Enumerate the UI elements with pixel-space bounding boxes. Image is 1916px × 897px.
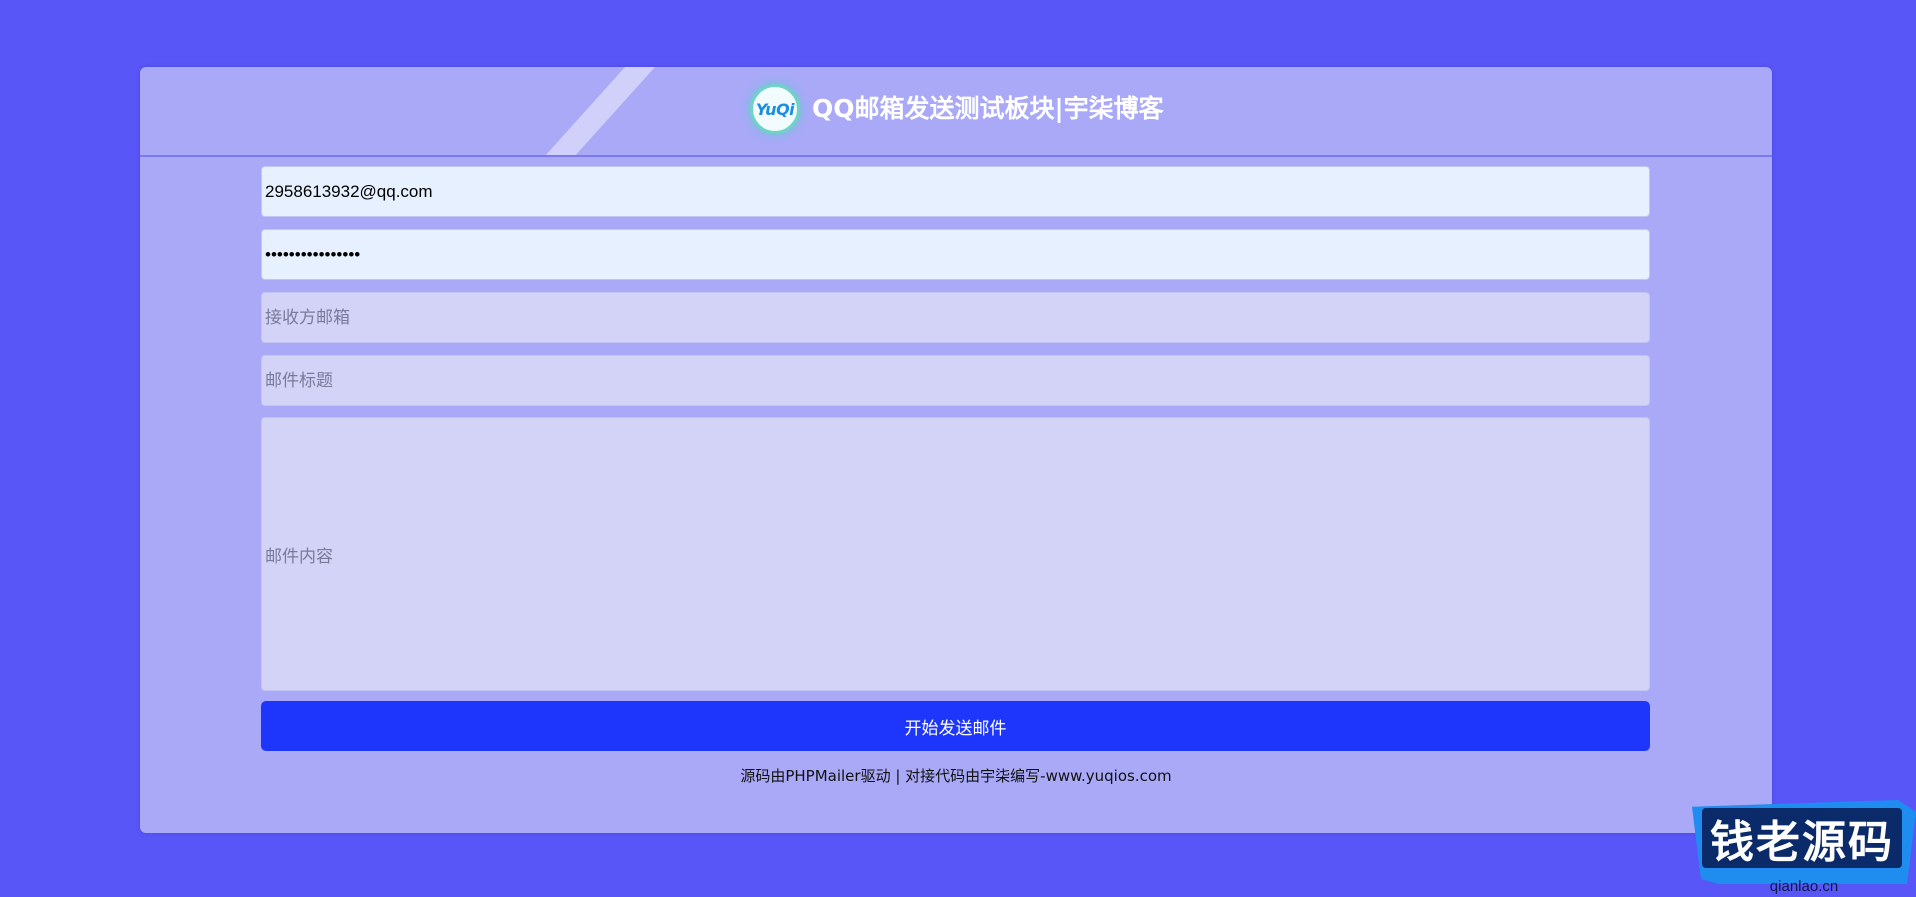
password-input[interactable]	[261, 229, 1650, 280]
page-title: QQ邮箱发送测试板块|宇柒博客	[812, 94, 1164, 123]
content-placeholder: 邮件内容	[265, 546, 333, 566]
recipient-email-input[interactable]	[261, 292, 1650, 343]
content-textarea[interactable]: 邮件内容	[261, 417, 1650, 691]
footer-credit: 源码由PHPMailer驱动 | 对接代码由宇柒编写-www.yuqios.co…	[740, 767, 1172, 785]
mail-form-card: YuQi QQ邮箱发送测试板块|宇柒博客 邮件内容 开始发送邮件 源码由PHPM…	[140, 67, 1772, 833]
card-header: YuQi QQ邮箱发送测试板块|宇柒博客	[140, 67, 1772, 157]
yuqi-logo-icon: YuQi	[750, 84, 800, 134]
logo-text: YuQi	[755, 99, 795, 119]
send-email-button[interactable]: 开始发送邮件	[261, 701, 1650, 751]
watermark-box: 钱老源码	[1702, 808, 1902, 868]
header-gloss-stripe	[525, 67, 665, 155]
watermark-logo: 钱老源码 qianlao.cn	[1692, 792, 1916, 897]
subject-input[interactable]	[261, 355, 1650, 406]
watermark-text: 钱老源码	[1710, 817, 1894, 868]
watermark-url: qianlao.cn	[1769, 878, 1839, 895]
sender-email-input[interactable]	[261, 166, 1650, 217]
